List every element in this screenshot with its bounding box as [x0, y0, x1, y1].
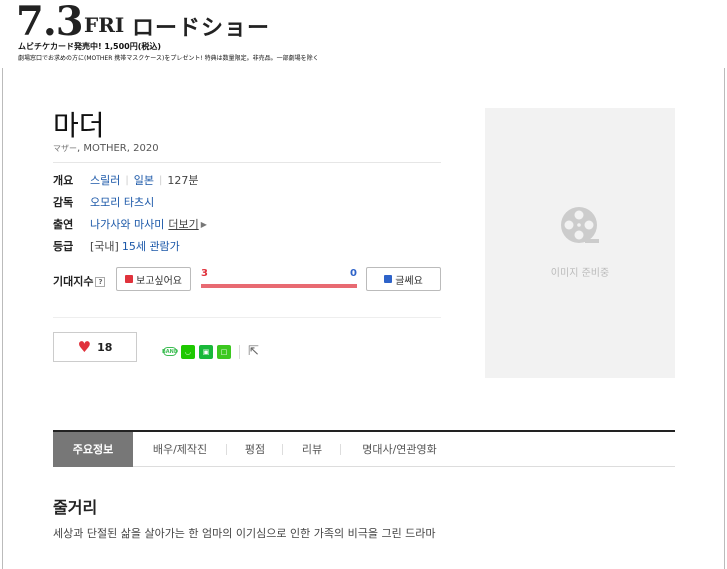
tab-ratings-label: 평점: [244, 443, 266, 456]
movie-title: 마더: [53, 109, 105, 142]
subtitle-jp: マザー: [53, 144, 77, 153]
promo-banner[interactable]: 7.3 FRI ロードショー ムビチケカード発売中! 1,500円(税込) 劇場…: [0, 0, 727, 68]
thumbs-up-icon: [125, 275, 133, 283]
banner-line1: ムビチケカード発売中! 1,500円(税込): [18, 42, 162, 51]
share-icon[interactable]: ⇱: [248, 344, 262, 359]
divider: [53, 317, 441, 318]
director-label: 감독: [53, 196, 74, 209]
want-to-see-button[interactable]: 보고싶어요: [116, 267, 191, 291]
film-reel-icon: [561, 207, 599, 243]
overview-label: 개요: [53, 174, 74, 187]
frame-left-border: [2, 68, 3, 569]
share-icons: BAND ◡ ▣ □ ⇱: [162, 344, 262, 359]
blog-share-icon[interactable]: ▣: [199, 344, 213, 359]
line-share-icon[interactable]: ◡: [181, 344, 195, 359]
expectation-label: 기대지수?: [53, 273, 106, 289]
frame-right-border: [724, 68, 725, 569]
cafe-share-icon[interactable]: □: [217, 344, 231, 359]
tab-reviews[interactable]: 리뷰: [283, 432, 341, 467]
expectation-label-text: 기대지수: [53, 275, 94, 288]
tab-quotes-related[interactable]: 명대사/연관영화: [341, 432, 458, 467]
cast-more-link[interactable]: 더보기: [168, 216, 198, 232]
thumbs-down-icon: [384, 275, 393, 283]
help-icon[interactable]: ?: [95, 277, 106, 287]
meh-label: 글쎄요: [395, 275, 423, 287]
share-divider: [239, 344, 240, 359]
meh-button[interactable]: 글쎄요: [366, 267, 441, 291]
info-overview-row: 개요 스릴러 | 일본 | 127분: [53, 172, 199, 188]
divider: [53, 162, 441, 163]
banner-date: 7.3: [16, 0, 84, 45]
expectation-bar: [201, 284, 357, 288]
synopsis-text: 세상과 단절된 삶을 살아가는 한 엄마의 이기심으로 인한 가족의 비극을 그…: [53, 527, 436, 540]
tab-cast-crew[interactable]: 배우/제작진: [133, 432, 227, 467]
tab-cast-crew-label: 배우/제작진: [152, 443, 208, 456]
poster-placeholder-text: 이미지 준비중: [550, 268, 610, 279]
runtime: 127분: [167, 174, 199, 187]
info-cast-row: 출연 나가사와 마사미 더보기 ▶: [53, 216, 207, 232]
like-count: 18: [97, 340, 113, 354]
director-link[interactable]: 오모리 타츠시: [90, 194, 154, 210]
cast-label: 출연: [53, 218, 74, 231]
banner-line2: 劇場窓口でお求めの方に(MOTHER 携帯マスクケース)をプレゼント! 特典は数…: [18, 55, 319, 62]
meh-count: 0: [350, 268, 357, 279]
tab-ratings[interactable]: 평점: [227, 432, 283, 467]
cast-link[interactable]: 나가사와 마사미: [90, 216, 164, 232]
tab-reviews-label: 리뷰: [301, 443, 323, 456]
genre-link[interactable]: 스릴러: [90, 172, 120, 188]
movie-subtitle: マザー, MOTHER, 2020: [53, 143, 159, 154]
info-rating-row: 등급 [국내] 15세 관람가: [53, 238, 180, 254]
heart-icon: ♥: [77, 337, 92, 356]
separator: |: [125, 174, 129, 186]
rating-link[interactable]: 15세 관람가: [122, 238, 180, 254]
poster-placeholder: 이미지 준비중: [485, 108, 675, 378]
subtitle-rest: , MOTHER, 2020: [77, 143, 159, 154]
rating-label: 등급: [53, 240, 74, 253]
country-link[interactable]: 일본: [134, 172, 154, 188]
want-count: 3: [201, 268, 208, 279]
like-button[interactable]: ♥ 18: [53, 332, 137, 362]
caret-right-icon: ▶: [200, 219, 207, 229]
banner-day: FRI: [84, 13, 125, 37]
expectation-bar-fill: [201, 284, 357, 288]
separator: |: [159, 174, 163, 186]
tab-main-info[interactable]: 주요정보: [53, 431, 133, 467]
tab-bar: 주요정보 배우/제작진 평점 리뷰 명대사/연관영화: [53, 430, 675, 467]
synopsis-title: 줄거리: [53, 498, 98, 517]
want-to-see-label: 보고싶어요: [136, 275, 182, 287]
banner-headline: ロードショー: [132, 16, 271, 41]
band-share-icon[interactable]: BAND: [162, 347, 178, 356]
info-director-row: 감독 오모리 타츠시: [53, 194, 154, 210]
rating-region: [국내]: [90, 240, 119, 253]
